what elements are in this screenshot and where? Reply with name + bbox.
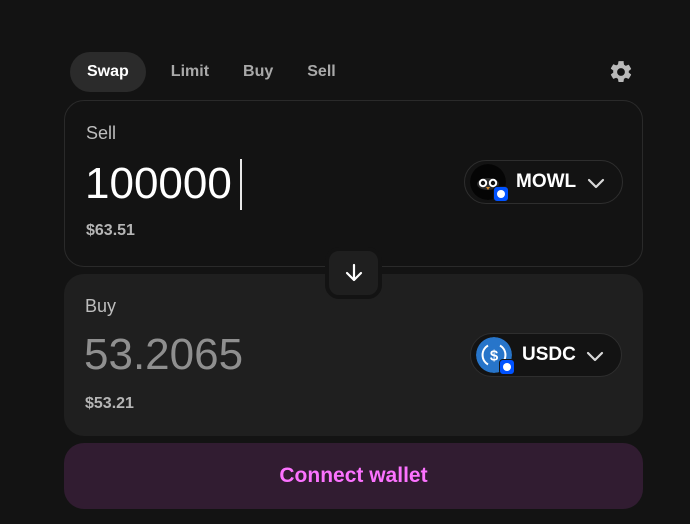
base-chain-icon [493,186,509,202]
sell-token-symbol: MOWL [516,171,577,192]
sell-token-selector[interactable]: MOWL [464,160,623,204]
tab-sell[interactable]: Sell [290,52,352,92]
text-cursor [240,159,242,210]
arrow-down-icon [345,263,362,282]
sell-amount-input[interactable]: 100000 [85,159,232,209]
buy-token-symbol: USDC [522,344,576,365]
tab-swap[interactable]: Swap [70,52,146,92]
buy-fiat-value: $53.21 [85,395,134,412]
connect-wallet-button[interactable]: Connect wallet [64,443,643,509]
base-chain-icon [499,359,515,375]
buy-label: Buy [85,296,117,316]
sell-label: Sell [86,123,117,143]
chevron-down-icon [586,351,604,362]
tab-buy[interactable]: Buy [226,52,290,92]
sell-panel: Sell 100000 $63.51 MOWL [64,100,643,267]
switch-tokens-button[interactable] [325,247,382,299]
buy-amount-output[interactable]: 53.2065 [84,330,243,380]
chevron-down-icon [587,178,605,189]
tab-bar: Swap Limit Buy Sell [70,52,353,92]
tab-limit[interactable]: Limit [154,52,226,92]
sell-fiat-value: $63.51 [86,222,135,239]
buy-token-logo: $ [476,337,515,375]
buy-token-selector[interactable]: $ USDC [470,333,622,377]
sell-token-logo [470,164,509,202]
svg-text:$: $ [490,348,499,365]
gear-icon[interactable] [608,59,634,85]
